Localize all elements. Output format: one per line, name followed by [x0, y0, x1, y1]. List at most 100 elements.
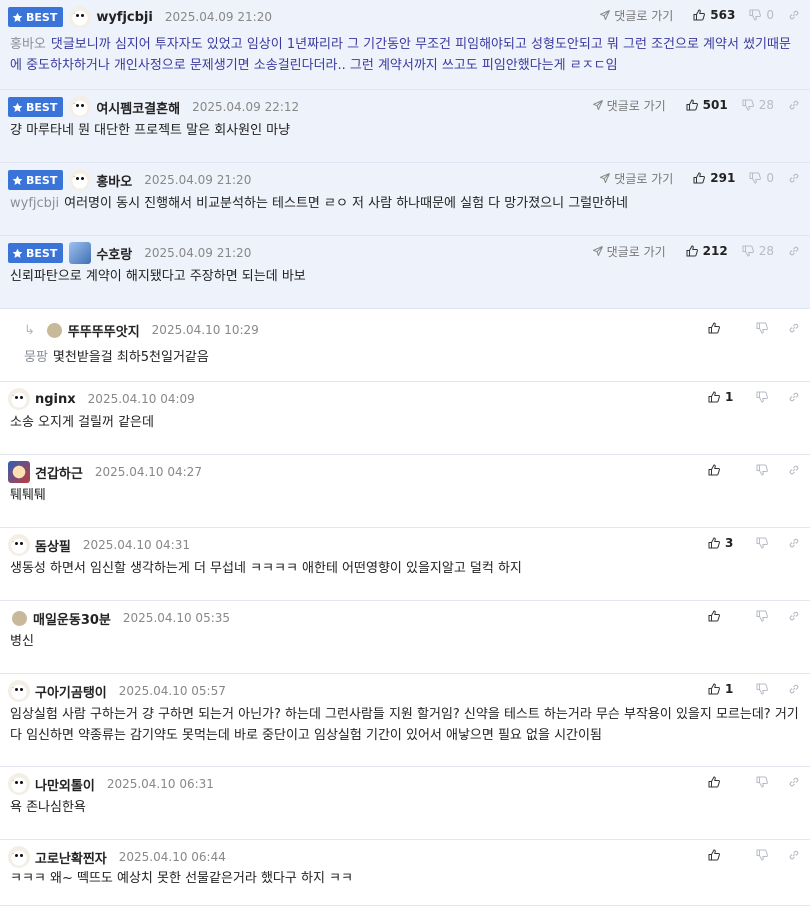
- mention[interactable]: 홍바오: [10, 37, 46, 52]
- like-button[interactable]: [708, 464, 742, 476]
- best-badge-label: BEST: [26, 246, 58, 260]
- dislike-button[interactable]: [756, 776, 774, 788]
- link-button[interactable]: [788, 9, 800, 21]
- mention[interactable]: 뭉팡: [24, 350, 48, 365]
- nickname[interactable]: 견갑하근: [35, 463, 83, 482]
- like-button[interactable]: 1: [708, 390, 742, 404]
- like-button[interactable]: 563: [693, 8, 735, 22]
- avatar[interactable]: [8, 773, 30, 795]
- like-button[interactable]: 501: [686, 98, 728, 112]
- nickname[interactable]: 구아기곰탱이: [35, 682, 107, 701]
- dislike-button[interactable]: 0: [749, 8, 774, 22]
- dislike-button[interactable]: [756, 849, 774, 861]
- avatar[interactable]: [69, 169, 92, 191]
- link-icon: [789, 100, 799, 110]
- nickname[interactable]: 홍바오: [96, 171, 132, 190]
- link-button[interactable]: [788, 610, 800, 622]
- dislike-button[interactable]: 28: [742, 98, 774, 112]
- avatar[interactable]: [8, 388, 30, 410]
- avatar[interactable]: [8, 461, 30, 483]
- like-button[interactable]: [708, 849, 742, 861]
- avatar[interactable]: [69, 96, 92, 118]
- goto-reply-button[interactable]: 댓글로 가기: [600, 7, 673, 24]
- comment-actions: [708, 313, 800, 343]
- nickname[interactable]: nginx: [35, 392, 76, 407]
- comment-item: BEST 홍바오 2025.04.09 21:20 댓글로 가기 291 0 wyfjcbj…: [0, 163, 810, 236]
- comment-text: 임상실험 사람 구하는거 걍 구하면 되는거 아닌가? 하는데 그런사람들 지원…: [10, 704, 800, 746]
- comment-text: 소송 오지게 걸릴꺼 같은데: [10, 412, 800, 433]
- link-button[interactable]: [788, 172, 800, 184]
- like-button[interactable]: [708, 322, 742, 334]
- dislike-button[interactable]: [756, 391, 774, 403]
- avatar[interactable]: [8, 534, 30, 556]
- dislike-button[interactable]: [756, 322, 774, 334]
- nickname[interactable]: 돔상필: [35, 536, 71, 555]
- comment-body: 걍 마루타네 뭔 대단한 프로젝트 말은 회사원인 마냥: [10, 123, 291, 138]
- like-button[interactable]: [708, 776, 742, 788]
- thumbs-up-icon: [686, 99, 698, 111]
- nickname[interactable]: 나만외톨이: [35, 775, 95, 794]
- link-icon: [789, 538, 799, 548]
- link-button[interactable]: [788, 776, 800, 788]
- comment-date: 2025.04.10 06:44: [118, 850, 226, 864]
- comment-text: 병신: [10, 631, 800, 652]
- nickname[interactable]: 여시펨코결혼해: [96, 98, 180, 117]
- comment-actions: 댓글로 가기 501 28: [592, 90, 800, 120]
- link-button[interactable]: [788, 849, 800, 861]
- link-icon: [789, 465, 799, 475]
- nickname[interactable]: 수호랑: [96, 244, 132, 263]
- like-button[interactable]: [708, 610, 742, 622]
- avatar[interactable]: [69, 6, 92, 28]
- comment-date: 2025.04.09 22:12: [192, 100, 300, 114]
- dislike-button[interactable]: 28: [742, 244, 774, 258]
- like-button[interactable]: 291: [693, 171, 735, 185]
- link-button[interactable]: [788, 322, 800, 334]
- avatar[interactable]: [46, 322, 62, 338]
- dislike-button[interactable]: [756, 610, 774, 622]
- goto-reply-button[interactable]: 댓글로 가기: [592, 243, 666, 260]
- comment-item: BEST wyfjcbji 2025.04.09 21:20 댓글로 가기 563 0 홍바…: [0, 0, 810, 90]
- like-button[interactable]: 212: [686, 244, 728, 258]
- nickname[interactable]: wyfjcbji: [96, 10, 153, 25]
- dislike-button[interactable]: [756, 537, 774, 549]
- link-button[interactable]: [788, 391, 800, 403]
- comment-body: 몇천받을걸 최하5천일거같음: [52, 350, 209, 365]
- avatar[interactable]: [8, 846, 30, 868]
- comment-body: 소송 오지게 걸릴꺼 같은데: [10, 415, 154, 430]
- comment-header: 매일운동30분 2025.04.10 05:35: [8, 601, 230, 635]
- nickname[interactable]: 매일운동30분: [33, 609, 111, 628]
- comment-header: BEST wyfjcbji 2025.04.09 21:20: [8, 0, 272, 34]
- link-button[interactable]: [788, 464, 800, 476]
- comment-header: nginx 2025.04.10 04:09: [8, 382, 195, 416]
- dislike-button[interactable]: 0: [749, 171, 774, 185]
- nickname[interactable]: 뚜뚜뚜뚜앗지: [68, 321, 140, 340]
- goto-reply-button[interactable]: 댓글로 가기: [592, 97, 666, 114]
- like-button[interactable]: 3: [708, 536, 742, 550]
- link-icon: [789, 684, 799, 694]
- comment-item: nginx 2025.04.10 04:09 1 소송 오지게 걸릴꺼 같은데: [0, 382, 810, 455]
- dislike-button[interactable]: [756, 683, 774, 695]
- link-button[interactable]: [788, 245, 800, 257]
- avatar[interactable]: [69, 242, 92, 264]
- avatar[interactable]: [12, 610, 27, 626]
- thumbs-up-icon: [708, 464, 720, 476]
- comment-text: 생동성 하면서 임신할 생각하는게 더 무섭네 ㅋㅋㅋㅋ 애한테 어떤영향이 있…: [10, 558, 800, 579]
- link-button[interactable]: [788, 537, 800, 549]
- avatar[interactable]: [8, 680, 30, 702]
- star-icon: [12, 175, 23, 185]
- link-icon: [789, 173, 799, 183]
- comment-item: BEST 수호랑 2025.04.09 21:20 댓글로 가기 212 28 신뢰파탄으로…: [0, 236, 810, 309]
- best-badge: BEST: [8, 170, 64, 190]
- nickname[interactable]: 고로난확찐자: [35, 848, 107, 867]
- best-badge: BEST: [8, 243, 64, 263]
- mention[interactable]: wyfjcbji: [10, 196, 59, 211]
- like-button[interactable]: 1: [708, 682, 742, 696]
- best-badge: BEST: [8, 7, 64, 27]
- comment-date: 2025.04.09 21:20: [164, 10, 272, 24]
- goto-reply-button[interactable]: 댓글로 가기: [600, 170, 673, 187]
- comment-date: 2025.04.10 05:35: [122, 611, 231, 625]
- link-button[interactable]: [788, 99, 800, 111]
- comment-text: 욕 존나심한욕: [10, 797, 800, 818]
- link-button[interactable]: [788, 683, 800, 695]
- dislike-button[interactable]: [756, 464, 774, 476]
